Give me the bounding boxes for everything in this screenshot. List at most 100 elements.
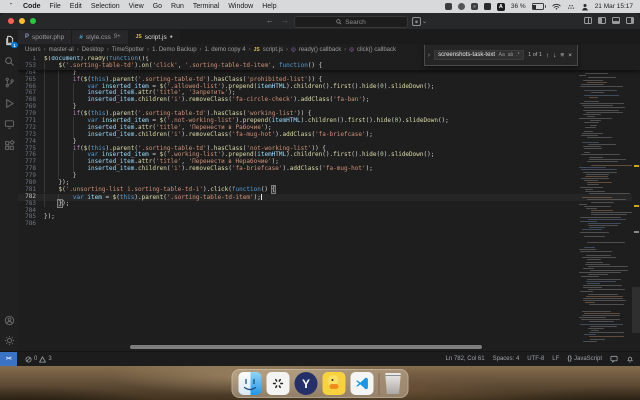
- menu-extra-icon-2[interactable]: [457, 3, 465, 10]
- code-line[interactable]: 786: [18, 220, 640, 228]
- wifi-icon[interactable]: [552, 3, 561, 10]
- command-center-search[interactable]: Search: [294, 16, 408, 28]
- language-mode[interactable]: {} JavaScript: [567, 356, 602, 362]
- tab-style-css[interactable]: # style.css 9+: [72, 30, 129, 44]
- horizontal-scrollbar[interactable]: [130, 345, 482, 349]
- dock-finder-icon[interactable]: [238, 372, 262, 395]
- window-controls: [8, 18, 36, 24]
- dock-trash-icon[interactable]: [385, 373, 401, 394]
- code-line[interactable]: 773 inserted_item.children('i').removeCl…: [18, 131, 640, 139]
- overview-ruler[interactable]: [632, 56, 640, 343]
- explorer-icon[interactable]: 1: [3, 34, 18, 48]
- tab-script-js[interactable]: JS script.js ●: [128, 30, 181, 44]
- find-next-icon[interactable]: ↓: [553, 52, 556, 59]
- control-center-icon[interactable]: [567, 3, 575, 10]
- forward-icon[interactable]: →: [281, 16, 289, 25]
- profile-button[interactable]: ⌄: [412, 17, 427, 26]
- toggle-secondary-sidebar-icon[interactable]: [626, 17, 634, 24]
- menu-terminal[interactable]: Terminal: [193, 3, 219, 10]
- breadcrumb-item[interactable]: TimeSpotter: [112, 47, 144, 53]
- braces-icon: {}: [567, 356, 572, 362]
- dock-duck-app-icon[interactable]: [322, 372, 346, 395]
- apple-menu-icon[interactable]: [7, 2, 14, 11]
- find-previous-icon[interactable]: ↑: [546, 52, 549, 59]
- menu-edit[interactable]: Edit: [70, 3, 82, 10]
- menu-help[interactable]: Help: [262, 3, 276, 10]
- encoding-setting[interactable]: UTF-8: [527, 356, 544, 362]
- source-control-icon[interactable]: [3, 76, 15, 88]
- tab-label: script.js: [144, 33, 167, 41]
- dock-vscode-icon[interactable]: [350, 372, 374, 395]
- code-line[interactable]: 778 inserted_item.children('i').removeCl…: [18, 165, 640, 173]
- breadcrumb-item[interactable]: 1. demo copy 4: [205, 47, 246, 53]
- breadcrumb-item[interactable]: master-al: [49, 47, 74, 53]
- dock-chatgpt-icon[interactable]: [266, 372, 290, 395]
- zoom-window-button[interactable]: [30, 18, 36, 24]
- minimap[interactable]: [577, 56, 632, 343]
- vertical-scrollbar[interactable]: [632, 287, 640, 333]
- code-line[interactable]: 784: [18, 207, 640, 215]
- remote-explorer-icon[interactable]: [3, 118, 15, 130]
- problems-indicator[interactable]: 0 3: [25, 355, 52, 363]
- dirty-indicator-icon: ●: [169, 33, 173, 40]
- cursor-position[interactable]: Ln 782, Col 61: [446, 356, 485, 362]
- menu-window[interactable]: Window: [228, 3, 253, 10]
- title-bar[interactable]: ← → Search ⌄: [0, 13, 640, 30]
- find-toggle-ab[interactable]: ab: [507, 52, 514, 58]
- code-line[interactable]: 783 });: [18, 198, 640, 208]
- back-icon[interactable]: ←: [266, 16, 274, 25]
- tab-spotter-php[interactable]: Pspotter.php: [18, 30, 73, 44]
- menu-bar-clock[interactable]: 21 Mar 15:17: [595, 3, 633, 10]
- find-toggle-[interactable]: .*: [516, 52, 520, 58]
- split-editor-icon[interactable]: [584, 17, 592, 24]
- dock-y-browser-icon[interactable]: Y: [294, 372, 318, 395]
- macos-screen: Code File Edit Selection View Go Run Terminal Wi…: [0, 0, 640, 400]
- menu-extra-icon-3[interactable]: [470, 3, 478, 10]
- find-in-selection-icon[interactable]: ≡: [560, 52, 564, 59]
- breadcrumb-separator: ›: [199, 47, 202, 53]
- breadcrumb-item[interactable]: Desktop: [82, 47, 104, 53]
- settings-gear-icon[interactable]: [3, 334, 15, 346]
- menu-extra-icon-1[interactable]: [444, 3, 452, 10]
- code-line[interactable]: 782 var item = $(this).parent('.sorting-…: [18, 193, 640, 201]
- breadcrumb-item[interactable]: script.js: [263, 47, 283, 53]
- find-input[interactable]: screenshots-task-text Aa ab .*: [434, 50, 525, 60]
- accounts-icon[interactable]: [3, 314, 15, 326]
- eol-setting[interactable]: LF: [552, 356, 559, 362]
- code-line[interactable]: 768 inserted_item.children('i').removeCl…: [18, 96, 640, 104]
- code-line[interactable]: 781 $('.unsorting-list i.sorting-table-t…: [18, 184, 640, 194]
- toggle-sidebar-icon[interactable]: [598, 17, 606, 24]
- code-editor[interactable]: 1 $(document).ready(function(){753 $('.so…: [18, 56, 640, 351]
- remote-indicator[interactable]: ><: [0, 352, 17, 366]
- menu-go[interactable]: Go: [153, 3, 162, 10]
- indentation-setting[interactable]: Spaces: 4: [493, 356, 520, 362]
- css-file-icon: #: [79, 33, 83, 41]
- menu-selection[interactable]: Selection: [91, 3, 120, 10]
- close-find-icon[interactable]: ×: [568, 52, 572, 59]
- toggle-panel-icon[interactable]: [612, 17, 620, 24]
- code-line[interactable]: 779 }: [18, 172, 640, 180]
- notifications-bell-icon[interactable]: [626, 355, 634, 363]
- search-sidebar-icon[interactable]: [3, 55, 15, 67]
- minimize-window-button[interactable]: [19, 18, 25, 24]
- close-window-button[interactable]: [8, 18, 14, 24]
- breadcrumb-item[interactable]: Users: [25, 47, 41, 53]
- breadcrumb-item[interactable]: 1. Demo Backup: [152, 47, 196, 53]
- menu-run[interactable]: Run: [171, 3, 184, 10]
- code-line[interactable]: 785});: [18, 214, 640, 221]
- feedback-icon[interactable]: [610, 355, 618, 363]
- menu-file[interactable]: File: [50, 3, 61, 10]
- breadcrumb-item[interactable]: ready() callback: [299, 47, 341, 53]
- chevron-down-icon: ⌄: [422, 19, 428, 25]
- breadcrumb-item[interactable]: click() callback: [357, 47, 396, 53]
- run-debug-icon[interactable]: [3, 97, 15, 109]
- menu-view[interactable]: View: [129, 3, 144, 10]
- toggle-replace-icon[interactable]: ›: [428, 52, 430, 59]
- extensions-icon[interactable]: [3, 139, 15, 151]
- battery-icon[interactable]: [531, 3, 546, 10]
- menu-extra-icon-4[interactable]: [483, 3, 491, 10]
- user-icon[interactable]: [581, 3, 589, 11]
- menu-code[interactable]: Code: [23, 3, 41, 10]
- input-source-icon[interactable]: A: [496, 2, 505, 11]
- find-toggle-Aa[interactable]: Aa: [498, 52, 505, 58]
